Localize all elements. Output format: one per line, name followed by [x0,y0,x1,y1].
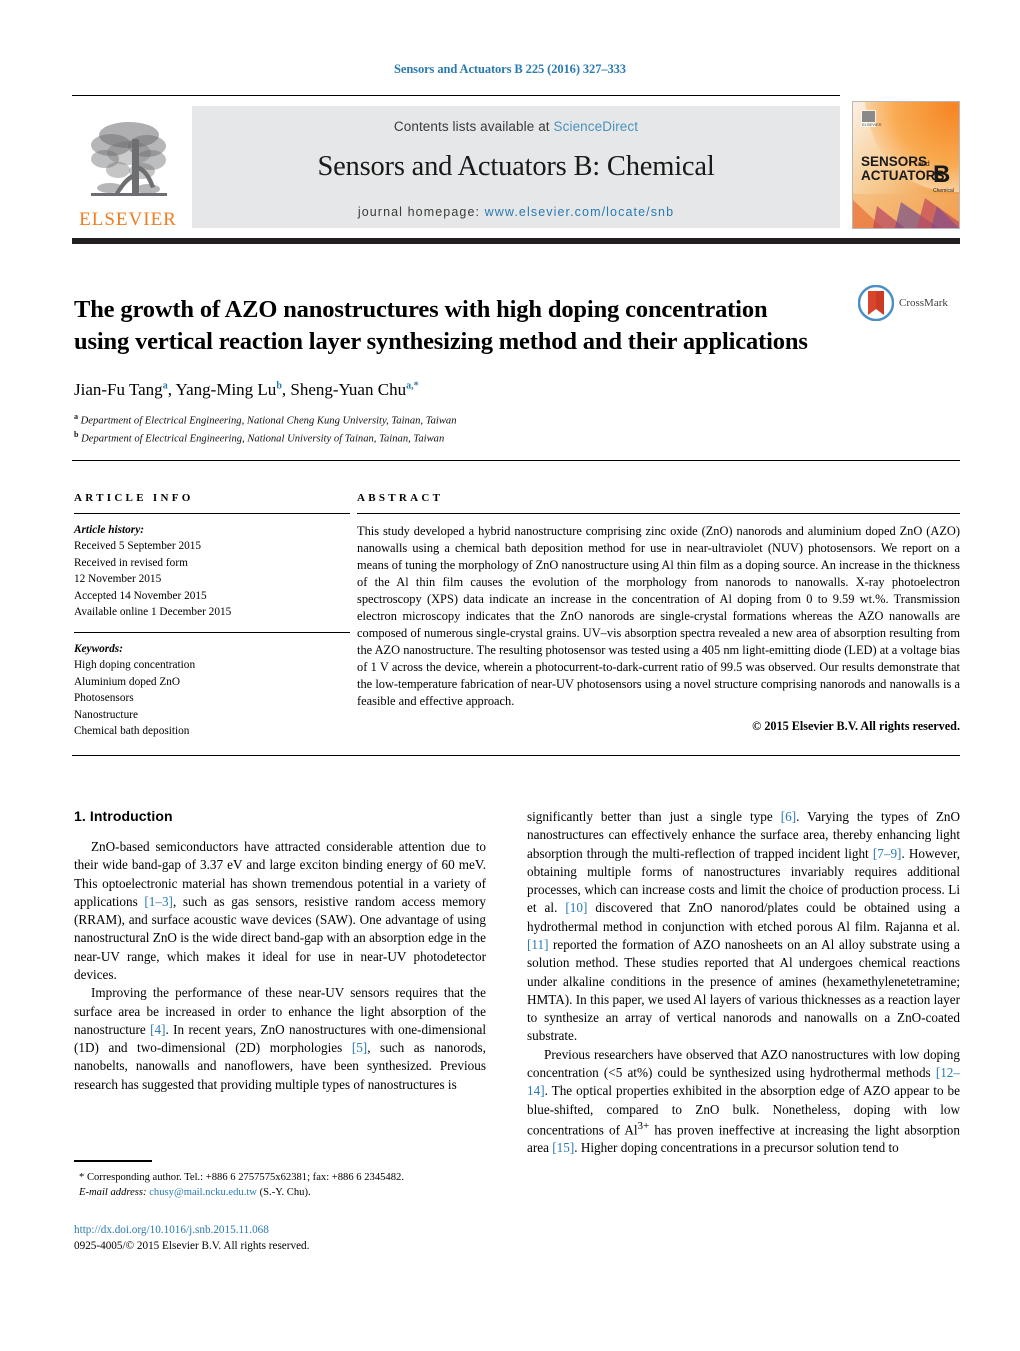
homepage-prefix: journal homepage: [357,205,485,219]
history-item: Accepted 14 November 2015 [74,589,207,602]
keyword-item: Chemical bath deposition [74,725,190,738]
affiliation-a-text: Department of Electrical Engineering, Na… [80,415,457,427]
svg-text:ELSEVIER: ELSEVIER [862,122,882,127]
affiliations: a Department of Electrical Engineering, … [74,411,874,446]
elsevier-wordmark: ELSEVIER [79,209,177,230]
corresponding-author-line: * Corresponding author. Tel.: +886 6 275… [79,1172,404,1183]
keywords-rule [74,631,350,633]
elsevier-tree-icon [91,122,167,196]
crossmark-badge[interactable]: CrossMark [858,283,962,323]
footnote-rule [74,1160,152,1162]
paragraph: ZnO-based semiconductors have attracted … [74,839,486,982]
history-item: Received 5 September 2015 [74,540,202,553]
affiliation-a: a Department of Electrical Engineering, … [74,412,457,427]
paragraph: Improving the performance of these near-… [74,985,486,1092]
email-label: E-mail address: [79,1187,147,1199]
svg-text:B: B [933,161,950,188]
paper-page: Sensors and Actuators B 225 (2016) 327–3… [0,0,1020,1351]
article-info-column: ARTICLE INFO Article history: Received 5… [74,492,350,740]
body-column-left: 1. Introduction ZnO-based semiconductors… [74,808,486,1094]
keywords-label: Keywords: [74,642,123,655]
abstract-copyright: © 2015 Elsevier B.V. All rights reserved… [752,718,960,733]
journal-title: Sensors and Actuators B: Chemical [317,151,715,182]
author-list: Jian-Fu Tanga, Yang-Ming Lub, Sheng-Yuan… [74,380,419,399]
paragraph: Previous researchers have observed that … [527,1046,960,1156]
sciencedirect-panel: Contents lists available at ScienceDirec… [192,106,840,228]
abstract-text: This study developed a hybrid nanostruct… [357,524,960,709]
journal-homepage-link[interactable]: www.elsevier.com/locate/snb [485,205,675,219]
keyword-item: Nanostructure [74,708,138,721]
article-history: Article history: Received 5 September 20… [74,522,350,621]
issn-copyright: 0925-4005/© 2015 Elsevier B.V. All right… [74,1240,310,1253]
affiliation-b: b Department of Electrical Engineering, … [74,429,445,445]
keywords-block: Keywords: High doping concentration Alum… [74,641,350,740]
journal-cover-art: ELSEVIER SENSORS and ACTUATORS B Chemica… [853,102,959,228]
footer-block: http://dx.doi.org/10.1016/j.snb.2015.11.… [74,1222,504,1254]
journal-cover-thumbnail[interactable]: ELSEVIER SENSORS and ACTUATORS B Chemica… [852,101,960,229]
section-heading-introduction: 1. Introduction [74,808,173,824]
contents-prefix: Contents lists available at [393,119,554,134]
abstract-rule [357,513,960,514]
history-item: 12 November 2015 [74,573,162,586]
crossmark-label: CrossMark [899,297,948,309]
elsevier-logo[interactable]: ELSEVIER [72,100,184,231]
keyword-item: Photosensors [74,692,134,705]
crossmark-icon [858,285,894,321]
masthead-bottom-rule [72,238,960,244]
email-line: E-mail address: chusy@mail.ncku.edu.tw (… [74,1185,494,1200]
keyword-item: Aluminium doped ZnO [74,675,181,688]
abstract-column: ABSTRACT This study developed a hybrid n… [357,492,960,734]
corresponding-author-footnote: * Corresponding author. Tel.: +886 6 275… [74,1170,494,1201]
header-rule [72,95,840,96]
svg-text:Chemical: Chemical [933,188,954,194]
page-title: The growth of AZO nanostructures with hi… [74,296,808,355]
affiliation-b-text: Department of Electrical Engineering, Na… [81,433,445,445]
email-link[interactable]: chusy@mail.ncku.edu.tw [149,1187,257,1198]
paragraph: significantly better than just a single … [527,809,960,1044]
article-history-label: Article history: [74,524,144,536]
email-owner: (S.-Y. Chu). [259,1187,311,1199]
running-head: Sensors and Actuators B 225 (2016) 327–3… [394,62,626,76]
abstract-top-rule [72,460,960,461]
journal-homepage-line: journal homepage: www.elsevier.com/locat… [192,205,840,219]
sciencedirect-link[interactable]: ScienceDirect [554,119,639,134]
abstract-bottom-rule [72,755,960,756]
doi-link[interactable]: http://dx.doi.org/10.1016/j.snb.2015.11.… [74,1222,504,1238]
abstract-heading: ABSTRACT [357,492,444,504]
history-item: Available online 1 December 2015 [74,606,232,619]
contents-available-line: Contents lists available at ScienceDirec… [192,106,840,134]
svg-text:ACTUATORS: ACTUATORS [861,168,945,183]
article-info-heading: ARTICLE INFO [74,492,194,504]
article-info-rule [74,513,350,514]
keyword-item: High doping concentration [74,659,196,672]
journal-masthead: ELSEVIER Contents lists available at Sci… [72,100,840,231]
svg-text:and: and [918,161,930,168]
body-column-right: significantly better than just a single … [527,808,960,1158]
history-item: Received in revised form [74,556,188,569]
